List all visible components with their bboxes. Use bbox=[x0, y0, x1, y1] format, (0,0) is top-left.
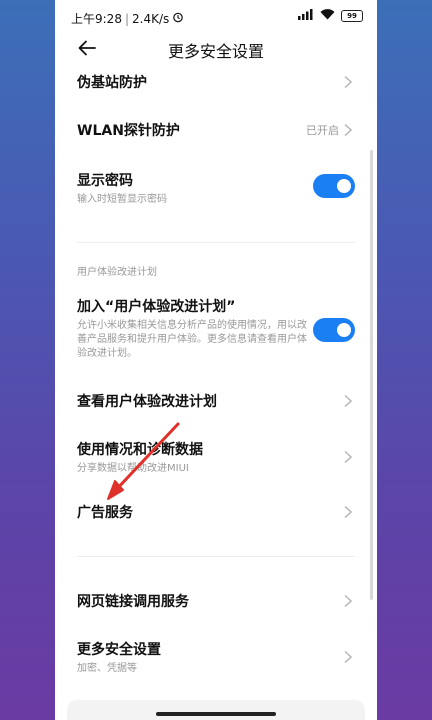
ux-program-toggle[interactable] bbox=[313, 318, 355, 342]
show-password-toggle[interactable] bbox=[313, 174, 355, 198]
status-bar: 上午9:28 | 2.4K/s 99 bbox=[55, 0, 377, 34]
section-label: 用户体验改进计划 bbox=[77, 267, 157, 278]
chevron-right-icon bbox=[343, 649, 353, 664]
status-value: 已开启 bbox=[306, 124, 339, 137]
row-title: 广告服务 bbox=[77, 505, 133, 521]
row-title: 加入“用户体验改进计划” bbox=[77, 299, 236, 315]
alarm-icon bbox=[172, 11, 184, 26]
chevron-right-icon bbox=[343, 122, 353, 137]
row-subtitle: 允许小米收集相关信息分析产品的使用情况，用以改善产品服务和提升用户体验。更多信息… bbox=[77, 320, 307, 359]
setting-web-link-service[interactable]: 网页链接调用服务 bbox=[77, 591, 355, 611]
signal-icon bbox=[298, 9, 314, 23]
setting-fake-base-station[interactable]: 伪基站防护 bbox=[77, 72, 355, 92]
setting-join-ux-program[interactable]: 加入“用户体验改进计划” 允许小米收集相关信息分析产品的使用情况，用以改善产品服… bbox=[77, 296, 355, 362]
chevron-right-icon bbox=[343, 504, 353, 519]
status-time: 上午9:28 bbox=[71, 12, 122, 26]
page-header: 更多安全设置 bbox=[55, 34, 377, 64]
chevron-right-icon bbox=[343, 593, 353, 608]
chevron-right-icon bbox=[343, 393, 353, 408]
row-title: 伪基站防护 bbox=[77, 75, 147, 91]
chevron-right-icon bbox=[343, 449, 353, 464]
bottom-card bbox=[67, 700, 365, 720]
divider bbox=[77, 242, 355, 243]
row-title: 网页链接调用服务 bbox=[77, 594, 189, 610]
setting-view-ux-program[interactable]: 查看用户体验改进计划 bbox=[77, 391, 355, 411]
home-indicator[interactable] bbox=[156, 712, 276, 716]
setting-usage-diagnostics[interactable]: 使用情况和诊断数据 分享数据以帮助改进MIUI bbox=[77, 439, 355, 475]
battery-icon: 99 bbox=[341, 10, 363, 22]
chevron-right-icon bbox=[343, 74, 353, 89]
toggle-knob bbox=[337, 179, 351, 193]
setting-more-security[interactable]: 更多安全设置 加密、凭据等 bbox=[77, 639, 355, 675]
setting-wlan-probe[interactable]: WLAN探针防护 已开启 bbox=[77, 120, 355, 140]
row-title: 更多安全设置 bbox=[77, 642, 161, 658]
page-title: 更多安全设置 bbox=[167, 42, 264, 61]
network-speed: 2.4K/s bbox=[132, 11, 170, 26]
row-subtitle: 分享数据以帮助改进MIUI bbox=[77, 463, 189, 474]
row-title: 查看用户体验改进计划 bbox=[77, 394, 217, 410]
row-subtitle: 加密、凭据等 bbox=[77, 663, 137, 674]
scrollbar[interactable] bbox=[370, 150, 373, 600]
setting-show-password[interactable]: 显示密码 输入时短暂显示密码 bbox=[77, 170, 355, 206]
divider bbox=[77, 556, 355, 557]
row-subtitle: 输入时短暂显示密码 bbox=[77, 194, 167, 205]
row-title: 使用情况和诊断数据 bbox=[77, 442, 203, 458]
settings-screen: 上午9:28 | 2.4K/s 99 更多安全设置 伪基站防护 WLAN探针防护… bbox=[55, 0, 377, 720]
setting-ad-service[interactable]: 广告服务 bbox=[77, 502, 355, 522]
wifi-icon bbox=[320, 9, 335, 23]
toggle-knob bbox=[337, 323, 351, 337]
